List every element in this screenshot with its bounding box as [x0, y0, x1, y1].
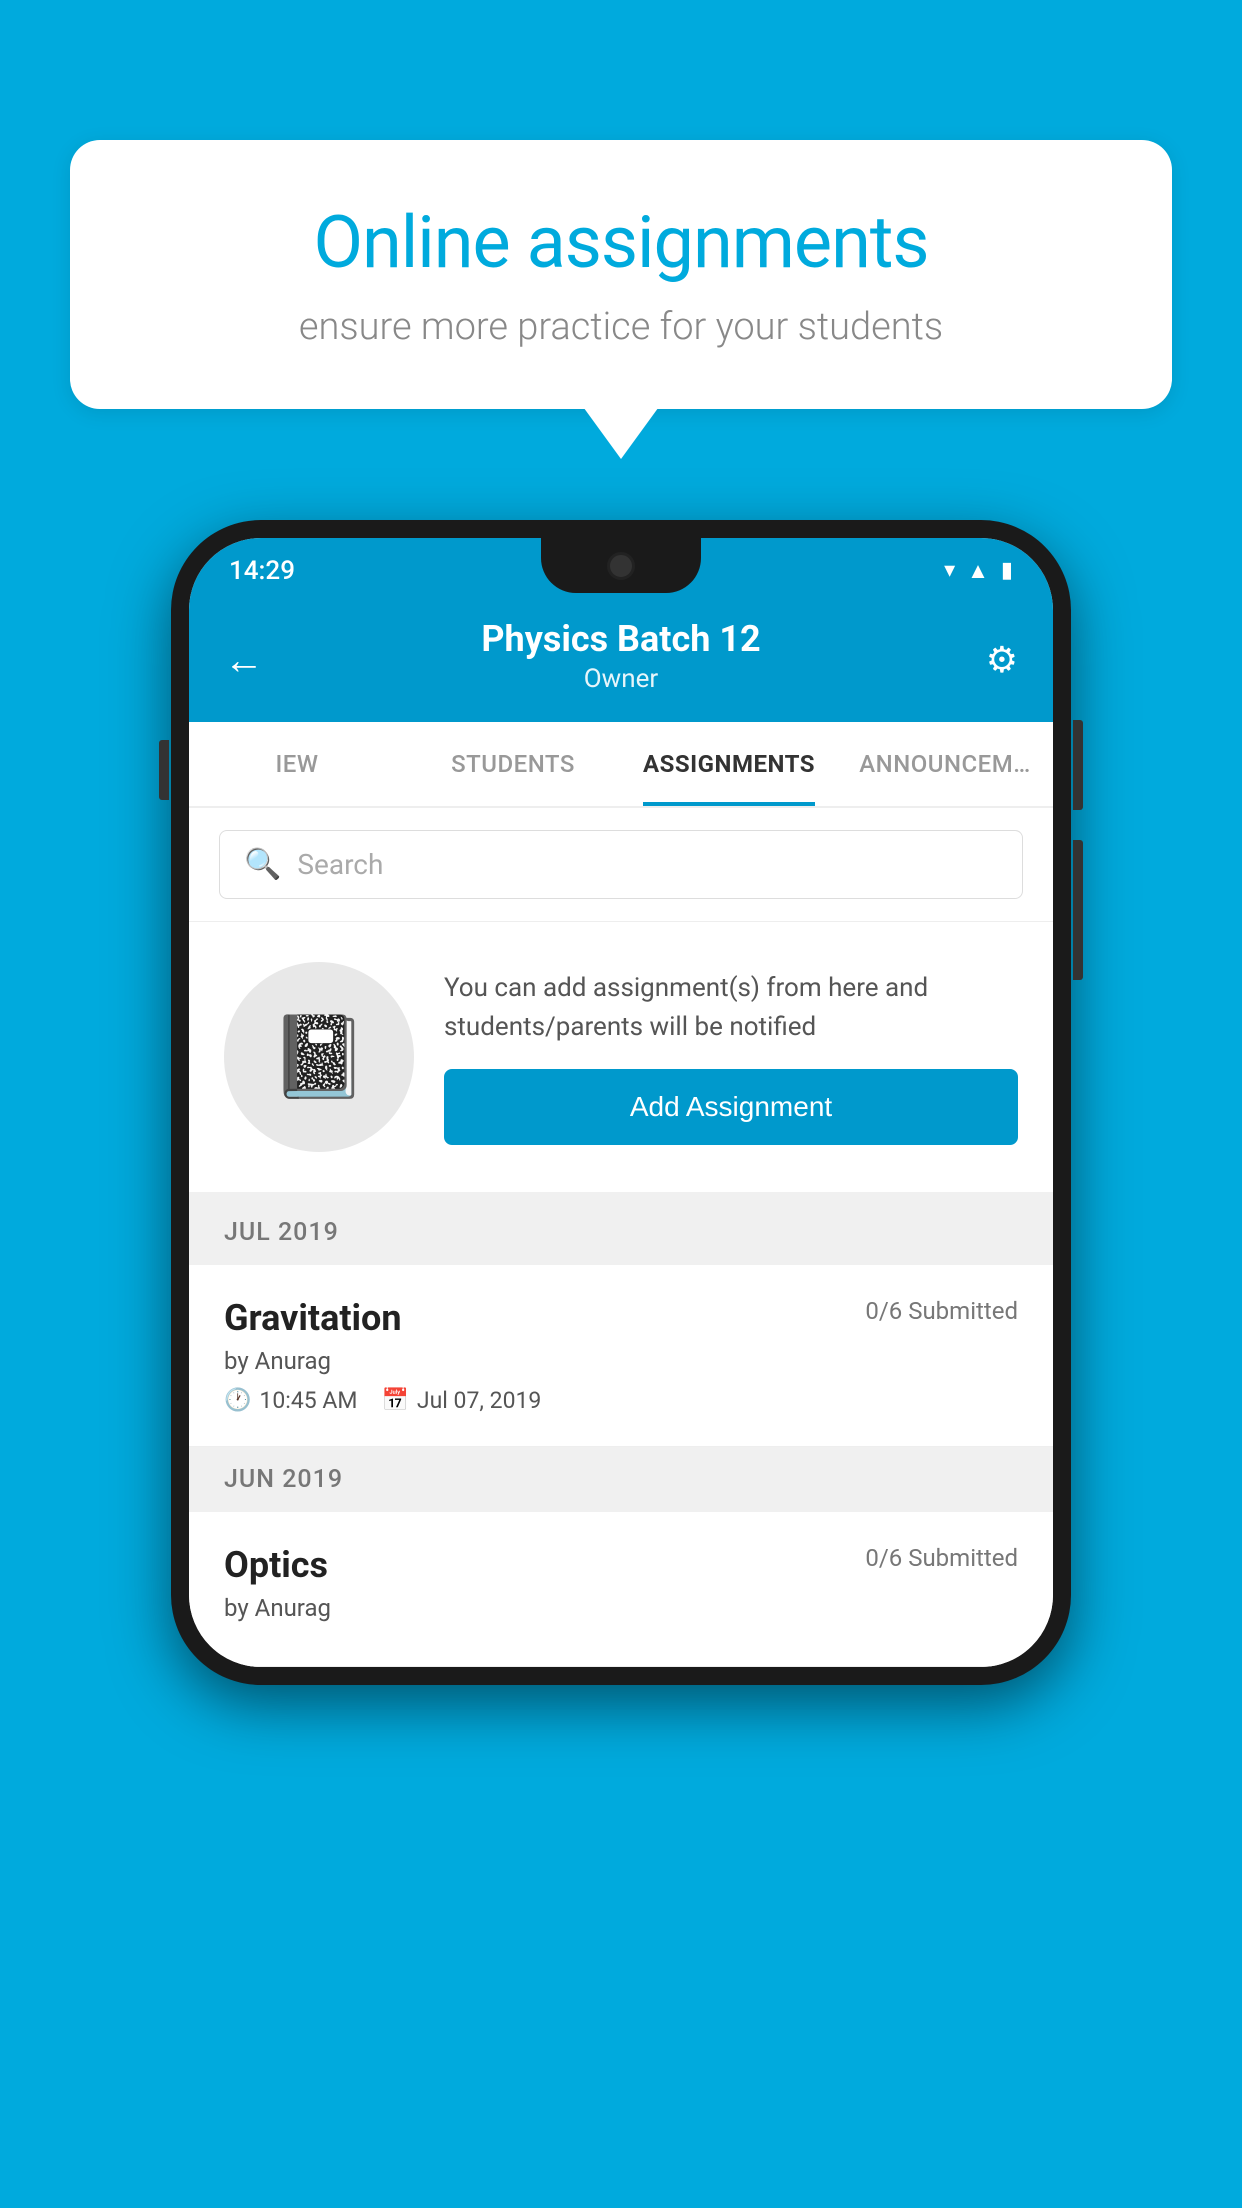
phone-screen: 14:29 ▾ ▲ ▮ ← Physics Batch 12 Owner ⚙ I… [189, 538, 1053, 1667]
signal-icon: ▲ [967, 558, 989, 584]
assignment-text-area: You can add assignment(s) from here and … [444, 969, 1018, 1145]
status-time: 14:29 [229, 556, 295, 586]
phone-notch [541, 538, 701, 593]
assignment-by-optics: by Anurag [224, 1594, 1018, 1622]
assignment-title: Gravitation [224, 1297, 402, 1339]
calendar-icon: 📅 [381, 1388, 408, 1413]
tab-announcements[interactable]: ANNOUNCEM… [837, 722, 1053, 806]
assignment-prompt: 📓 You can add assignment(s) from here an… [189, 922, 1053, 1200]
phone-side-button-right-bottom [1073, 840, 1083, 980]
tab-iew[interactable]: IEW [189, 722, 405, 806]
tab-assignments[interactable]: ASSIGNMENTS [621, 722, 837, 806]
search-input-wrapper[interactable]: 🔍 Search [219, 830, 1023, 899]
search-container: 🔍 Search [189, 808, 1053, 922]
month-jul-2019: JUL 2019 [189, 1200, 1053, 1265]
add-assignment-button[interactable]: Add Assignment [444, 1069, 1018, 1145]
assignment-icon-circle: 📓 [224, 962, 414, 1152]
header-subtitle: Owner [229, 664, 1013, 694]
wifi-icon: ▾ [944, 558, 955, 583]
phone-side-button-left [159, 740, 169, 800]
search-placeholder: Search [297, 848, 383, 881]
assignment-time: 🕐 10:45 AM [224, 1387, 357, 1414]
tab-students[interactable]: STUDENTS [405, 722, 621, 806]
assignment-submitted: 0/6 Submitted [865, 1297, 1018, 1325]
assignment-item-gravitation[interactable]: Gravitation 0/6 Submitted by Anurag 🕐 10… [189, 1265, 1053, 1447]
assignment-item-optics[interactable]: Optics 0/6 Submitted by Anurag [189, 1512, 1053, 1667]
assignment-description: You can add assignment(s) from here and … [444, 969, 1018, 1047]
tabs-container: IEW STUDENTS ASSIGNMENTS ANNOUNCEM… [189, 722, 1053, 808]
assignment-header-optics: Optics 0/6 Submitted [224, 1544, 1018, 1586]
month-jun-2019: JUN 2019 [189, 1447, 1053, 1512]
assignment-submitted-optics: 0/6 Submitted [865, 1544, 1018, 1572]
phone-mockup: 14:29 ▾ ▲ ▮ ← Physics Batch 12 Owner ⚙ I… [171, 520, 1071, 1685]
search-icon: 🔍 [244, 847, 281, 882]
assignment-title-optics: Optics [224, 1544, 328, 1586]
settings-button[interactable]: ⚙ [986, 639, 1018, 681]
battery-icon: ▮ [1001, 558, 1013, 583]
speech-bubble: Online assignments ensure more practice … [70, 140, 1172, 409]
phone-side-button-right-top [1073, 720, 1083, 810]
phone-camera [607, 552, 635, 580]
header-title: Physics Batch 12 [229, 618, 1013, 660]
assignment-header: Gravitation 0/6 Submitted [224, 1297, 1018, 1339]
promo-section: Online assignments ensure more practice … [70, 140, 1172, 409]
bubble-title: Online assignments [140, 200, 1102, 285]
phone-outer: 14:29 ▾ ▲ ▮ ← Physics Batch 12 Owner ⚙ I… [171, 520, 1071, 1685]
status-icons: ▾ ▲ ▮ [944, 558, 1013, 584]
back-button[interactable]: ← [224, 637, 264, 684]
assignment-date: 📅 Jul 07, 2019 [381, 1387, 541, 1414]
bubble-subtitle: ensure more practice for your students [140, 305, 1102, 349]
notebook-icon: 📓 [269, 1010, 369, 1104]
assignment-meta: 🕐 10:45 AM 📅 Jul 07, 2019 [224, 1387, 1018, 1414]
assignment-by: by Anurag [224, 1347, 1018, 1375]
clock-icon: 🕐 [224, 1388, 251, 1413]
app-header: ← Physics Batch 12 Owner ⚙ [189, 598, 1053, 722]
